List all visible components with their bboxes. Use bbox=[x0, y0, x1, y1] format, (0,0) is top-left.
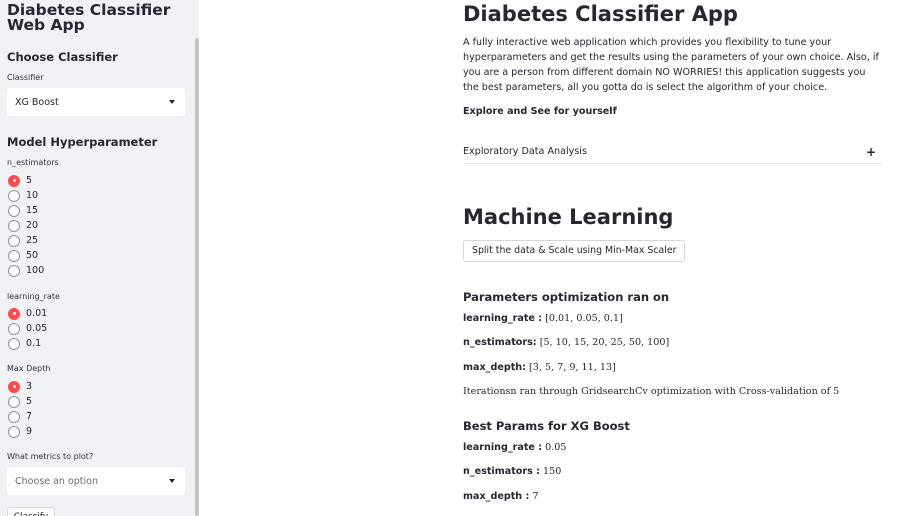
n-estimators-label: n_estimators bbox=[7, 158, 59, 167]
best-param-learning-rate: learning_rate : 0.05 bbox=[463, 442, 567, 453]
gridsearch-note: Iterationsn ran through GridsearchCv opt… bbox=[463, 386, 840, 397]
param-key: learning_rate : bbox=[463, 442, 543, 453]
n-estimators-option[interactable]: 20 bbox=[8, 219, 38, 232]
max-depth-option-label: 3 bbox=[26, 381, 33, 392]
radio-circle-icon[interactable] bbox=[8, 337, 20, 350]
n-estimators-option[interactable]: 25 bbox=[8, 234, 38, 247]
param-value: 7 bbox=[529, 491, 539, 502]
param-value: 0.05 bbox=[542, 442, 567, 453]
max-depth-option-label: 9 bbox=[26, 426, 33, 437]
explore-text: Explore and See for yourself bbox=[463, 106, 617, 117]
param-key: learning_rate : bbox=[463, 313, 543, 324]
split-scale-button[interactable]: Split the data & Scale using Min-Max Sca… bbox=[463, 240, 686, 262]
learning-rate-option[interactable]: 0.05 bbox=[8, 322, 47, 335]
learning-rate-option[interactable]: 0.1 bbox=[8, 337, 41, 350]
param-key: n_estimators: bbox=[463, 337, 537, 348]
n-estimators-option-label: 5 bbox=[26, 175, 33, 186]
learning-rate-option[interactable]: 0.01 bbox=[8, 307, 47, 320]
radio-circle-icon[interactable] bbox=[8, 219, 20, 232]
param-value: [3, 5, 7, 9, 11, 13] bbox=[525, 362, 616, 373]
choose-classifier-heading: Choose Classifier bbox=[7, 50, 118, 64]
radio-circle-icon[interactable] bbox=[8, 380, 20, 393]
chevron-down-icon bbox=[169, 479, 175, 483]
model-hyperparameter-heading: Model Hyperparameter bbox=[7, 135, 158, 149]
radio-circle-icon[interactable] bbox=[8, 174, 20, 187]
max-depth-option-label: 5 bbox=[26, 396, 33, 407]
n-estimators-option[interactable]: 10 bbox=[8, 189, 38, 202]
sidebar: Diabetes Classifier Web App Choose Class… bbox=[0, 0, 199, 516]
learning-rate-option-label: 0.05 bbox=[26, 323, 48, 334]
app-description: A fully interactive web application whic… bbox=[463, 37, 879, 93]
radio-circle-icon[interactable] bbox=[8, 322, 20, 335]
page-title: Diabetes Classifier App bbox=[463, 2, 738, 26]
radio-circle-icon[interactable] bbox=[8, 234, 20, 247]
n-estimators-option[interactable]: 5 bbox=[8, 174, 32, 187]
param-value: 150 bbox=[539, 466, 562, 477]
radio-circle-icon[interactable] bbox=[8, 395, 20, 408]
max-depth-option-label: 7 bbox=[26, 411, 33, 422]
max-depth-option[interactable]: 5 bbox=[8, 395, 32, 408]
param-key: n_estimators : bbox=[463, 466, 540, 477]
metrics-label: What metrics to plot? bbox=[7, 452, 94, 461]
app-title: Diabetes Classifier Web App bbox=[7, 1, 171, 34]
n-estimators-option-label: 50 bbox=[26, 250, 39, 261]
radio-circle-icon[interactable] bbox=[8, 249, 20, 262]
param-key: max_depth: bbox=[463, 362, 526, 373]
plus-icon: + bbox=[865, 144, 876, 159]
radio-circle-icon[interactable] bbox=[8, 307, 20, 320]
max-depth-option[interactable]: 7 bbox=[8, 410, 32, 423]
best-params-heading: Best Params for XG Boost bbox=[463, 419, 630, 433]
classifier-select[interactable]: XG Boost bbox=[7, 88, 185, 116]
eda-expander-label: Exploratory Data Analysis bbox=[463, 146, 587, 157]
param-value: [5, 10, 15, 20, 25, 50, 100] bbox=[536, 337, 670, 348]
learning-rate-label: learning_rate bbox=[7, 292, 60, 301]
best-param-max-depth: max_depth : 7 bbox=[463, 491, 538, 502]
sidebar-scrollbar[interactable] bbox=[195, 38, 199, 516]
n-estimators-option-label: 25 bbox=[26, 235, 39, 246]
metrics-placeholder: Choose an option bbox=[15, 475, 98, 487]
chevron-down-icon bbox=[169, 100, 175, 104]
n-estimators-option[interactable]: 50 bbox=[8, 249, 38, 262]
classifier-label: Classifier bbox=[7, 73, 44, 82]
learning-rate-option-label: 0.01 bbox=[26, 308, 48, 319]
param-key: max_depth : bbox=[463, 491, 530, 502]
best-param-n-estimators: n_estimators : 150 bbox=[463, 466, 561, 477]
param-value: [0.01, 0.05, 0.1] bbox=[542, 313, 623, 324]
n-estimators-option-label: 10 bbox=[26, 190, 39, 201]
radio-circle-icon[interactable] bbox=[8, 264, 20, 277]
learning-rate-option-label: 0.1 bbox=[26, 338, 42, 349]
n-estimators-option-label: 100 bbox=[26, 265, 45, 276]
max-depth-label: Max Depth bbox=[7, 364, 51, 373]
opt-param-n-estimators: n_estimators: [5, 10, 15, 20, 25, 50, 10… bbox=[463, 337, 669, 348]
max-depth-option[interactable]: 9 bbox=[8, 425, 32, 438]
n-estimators-option-label: 15 bbox=[26, 205, 39, 216]
max-depth-option[interactable]: 3 bbox=[8, 380, 32, 393]
params-optimization-heading: Parameters optimization ran on bbox=[463, 290, 670, 304]
n-estimators-option-label: 20 bbox=[26, 220, 39, 231]
metrics-multiselect[interactable]: Choose an option bbox=[7, 467, 185, 495]
eda-expander[interactable]: Exploratory Data Analysis + bbox=[463, 140, 882, 164]
classifier-select-value: XG Boost bbox=[15, 96, 59, 108]
n-estimators-option[interactable]: 100 bbox=[8, 264, 44, 277]
machine-learning-heading: Machine Learning bbox=[463, 205, 674, 229]
radio-circle-icon[interactable] bbox=[8, 425, 20, 438]
n-estimators-option[interactable]: 15 bbox=[8, 204, 38, 217]
opt-param-learning-rate: learning_rate : [0.01, 0.05, 0.1] bbox=[463, 313, 623, 324]
radio-circle-icon[interactable] bbox=[8, 189, 20, 202]
opt-param-max-depth: max_depth: [3, 5, 7, 9, 11, 13] bbox=[463, 362, 616, 373]
radio-circle-icon[interactable] bbox=[8, 410, 20, 423]
radio-circle-icon[interactable] bbox=[8, 204, 20, 217]
classify-button[interactable]: Classify bbox=[7, 507, 55, 516]
